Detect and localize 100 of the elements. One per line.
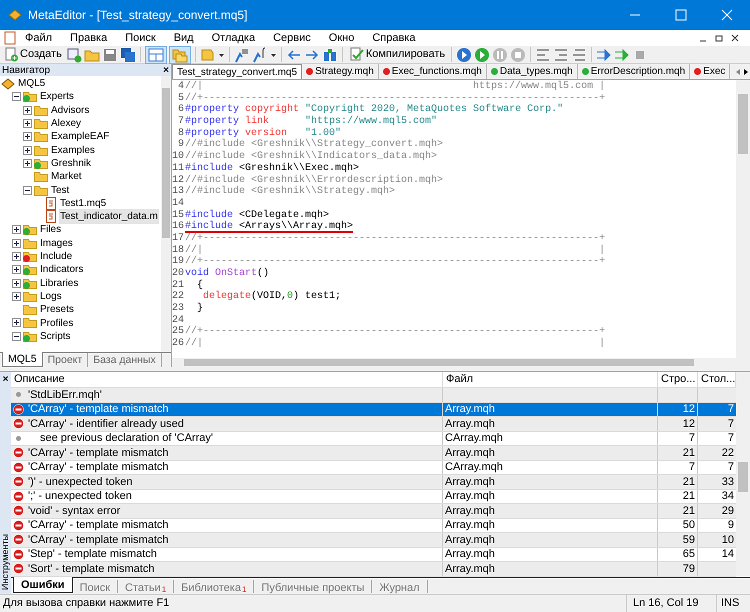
tree-item[interactable]: Include [39,249,74,264]
error-row[interactable]: 'Step' - template mismatch Array.mqh 65 14 [11,548,736,562]
file-tab[interactable]: Data_types.mqh [486,64,578,79]
create-button[interactable]: Создать [2,46,64,62]
close-button[interactable]: × [2,372,8,387]
collapse-icon[interactable] [12,92,21,102]
tree-item[interactable]: Presets [39,302,75,318]
toggle-button[interactable] [144,46,167,64]
save-icon[interactable] [102,46,118,62]
error-row[interactable]: see previous declaration of 'CArray' CArray.mqh 7 7 [11,432,736,446]
file-name: Array.mqh [445,446,495,460]
compile-button[interactable]: Компилировать [346,46,448,62]
tree-item[interactable]: Indicators [39,262,84,278]
line-number: 4 [176,81,184,93]
error-row[interactable]: 'CArray' - template mismatch Array.mqh 59 10 [11,533,736,548]
menu-item[interactable]: Отладка [202,30,264,46]
line-number: 7 [176,116,184,128]
file-tab[interactable]: Exec_functions.mqh [378,64,487,79]
tree-item[interactable]: Advisors [50,102,90,118]
expand-icon[interactable] [23,106,32,115]
error-row[interactable]: 'void' - syntax error Array.mqh 21 29 [11,504,736,518]
expand-icon[interactable] [12,318,21,328]
tree-item[interactable]: Market [50,169,83,184]
error-row[interactable]: 'CArray' - template mismatch Array.mqh 50 9 [11,518,736,533]
column-header[interactable]: Стро... [658,372,698,387]
tree-item[interactable]: MQL5 [17,76,46,92]
panel-tab[interactable]: Журнал [372,580,428,593]
file-tab[interactable]: Exec [690,64,730,79]
file-name: Array.mqh [445,518,495,533]
expand-icon[interactable] [12,278,21,288]
code-line: #property version "1.00" [184,128,342,139]
tree-item[interactable]: Test [50,182,70,198]
error-description: 'StdLibErr.mqh' [28,388,102,402]
arrow-right-icon[interactable] [596,46,612,62]
tree-item[interactable]: ExampleEAF [50,129,110,144]
menu-item[interactable]: Вид [164,30,203,46]
error-row[interactable]: 'CArray' - template mismatch Array.mqh 12 7 [11,402,736,417]
play-icon[interactable] [474,46,490,62]
scrollbar[interactable] [736,80,750,358]
line-number: 26 [172,338,184,350]
tree-item[interactable]: Profiles [39,316,74,330]
scrollbar[interactable] [172,358,750,367]
panel-tab[interactable]: Публичные проекты [254,580,372,593]
expand-icon[interactable] [23,146,32,155]
file-icon [45,196,57,210]
panel-tab[interactable]: Поиск [72,580,118,593]
column-header[interactable]: Описание [11,372,443,387]
menu-item[interactable]: Поиск [116,30,165,46]
panel-tab[interactable]: MQL5 [2,352,43,367]
expand-icon[interactable] [12,252,21,261]
tree-item[interactable]: Logs [39,288,63,304]
error-row[interactable]: 'Sort' - template mismatch Array.mqh 79 [11,562,736,576]
collapse-icon[interactable] [23,186,32,195]
file-name: Array.mqh [445,489,495,504]
error-row[interactable]: 'CArray' - template mismatch Array.mqh 21 22 [11,446,736,460]
tree-item[interactable]: Images [39,236,74,251]
expand-icon[interactable] [23,119,32,128]
code-line: //+------------------------------------------------------------------+ [184,92,606,104]
file-tab[interactable]: ErrorDescription.mqh [578,64,690,79]
tree-item[interactable]: Test_indicator_data.m [59,209,159,224]
expand-icon[interactable] [12,238,21,248]
expand-icon[interactable] [23,158,32,168]
expand-icon[interactable] [12,265,21,274]
menu-item[interactable]: Сервис [264,30,320,46]
file-tab[interactable]: Strategy.mqh [302,64,379,79]
close-button[interactable]: × [163,62,169,78]
tree-item[interactable]: Examples [50,142,96,158]
tree-item[interactable]: Files [39,222,62,238]
tree-item[interactable]: Libraries [39,276,80,291]
scrollbar[interactable] [736,372,750,577]
tree-item[interactable]: Experts [39,89,75,104]
menu-item[interactable]: Правка [61,30,116,46]
column-number: 7 [728,416,734,432]
collapse-icon[interactable] [12,332,21,341]
arrow-right-icon[interactable] [614,46,630,62]
error-row[interactable]: ';' - unexpected token Array.mqh 21 34 [11,490,736,504]
panel-tab[interactable]: Библиотека1 [174,580,254,593]
tree-item[interactable]: Test1.mq5 [59,196,108,211]
toggle-button[interactable] [168,46,191,64]
line-number: 7 [688,460,695,475]
panel-tab[interactable]: Статьи 1 [118,580,174,593]
column-header[interactable]: Файл [443,372,658,387]
file-tab[interactable]: Test_strategy_convert.mq5 [172,64,302,79]
error-row[interactable]: 'CArray' - identifier already used Array.mqh 12 7 [11,417,736,432]
panel-tab[interactable]: Ошибки [13,577,73,593]
tree-item[interactable]: Greshnik [50,156,92,171]
expand-icon[interactable] [12,225,21,234]
scrollbar[interactable] [161,76,171,352]
error-row[interactable]: 'StdLibErr.mqh' [11,388,736,402]
menu-item[interactable]: Файл [16,30,62,46]
menu-item[interactable]: Справка [363,30,424,46]
expand-icon[interactable] [12,292,21,301]
error-row[interactable]: 'CArray' - template mismatch CArray.mqh 7 7 [11,460,736,475]
tree-item[interactable]: Alexey [50,116,82,132]
error-row[interactable]: ')' - unexpected token Array.mqh 21 33 [11,475,736,490]
expand-icon[interactable] [23,132,32,142]
tree-item[interactable]: Scripts [39,328,72,344]
cursor-position: Ln 16, Col 19 [626,595,716,612]
menu-item[interactable]: Окно [320,30,364,46]
panel-title: Инструменты [0,534,11,590]
